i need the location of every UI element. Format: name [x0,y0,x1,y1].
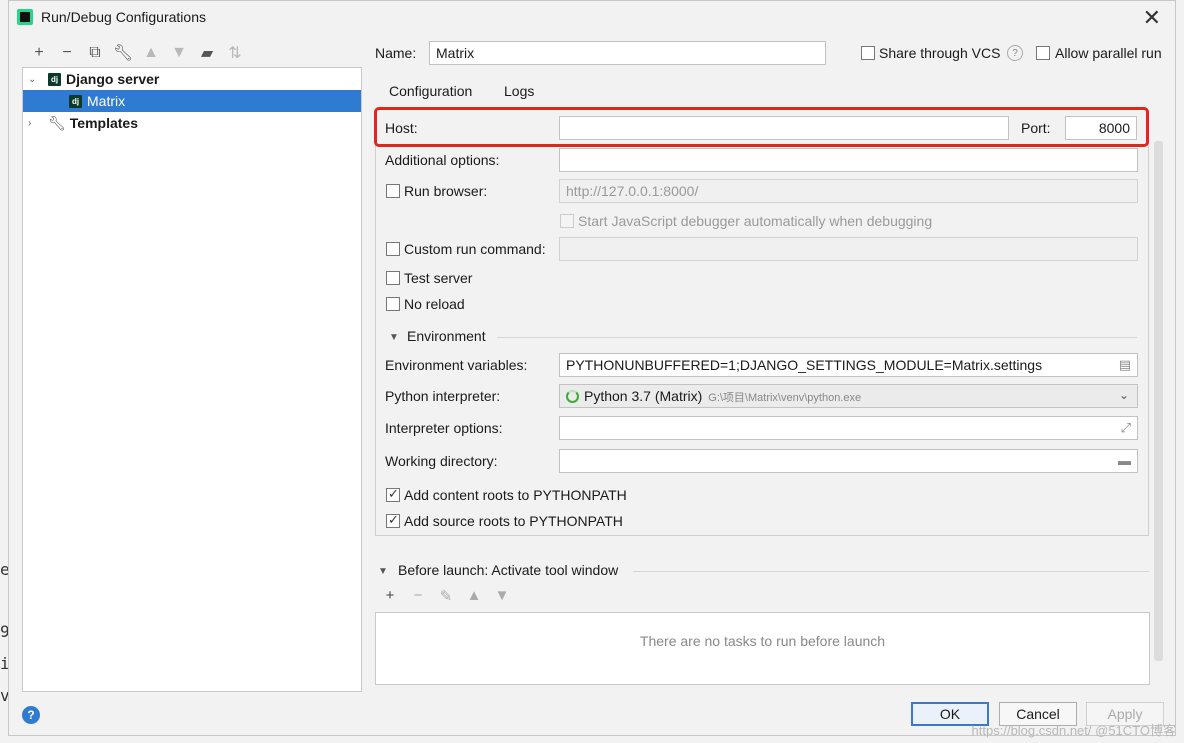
test-server-label: Test server [404,270,473,286]
plus-icon[interactable]: + [25,41,53,65]
source-roots-checkbox[interactable] [386,512,400,528]
environment-section-label: Environment [407,328,486,344]
arrow-up-icon[interactable]: ▲ [465,587,483,605]
arrow-up-icon[interactable]: ▲ [137,41,165,65]
allow-parallel-label: Allow parallel run [1055,45,1162,61]
tree-group-label: Django server [66,71,160,87]
custom-run-input[interactable] [559,237,1138,261]
tab-logs[interactable]: Logs [504,83,534,99]
working-directory-label: Working directory: [385,453,498,469]
tab-configuration[interactable]: Configuration [389,83,472,99]
minus-icon[interactable]: − [409,587,427,605]
copy-icon[interactable]: ⧉ [81,41,109,65]
source-roots-label: Add source roots to PYTHONPATH [404,513,623,529]
chevron-right-icon[interactable]: › [28,118,38,129]
tree-group-label: Templates [69,115,138,131]
close-icon[interactable]: ✕ [1143,5,1161,31]
allow-parallel-checkbox[interactable] [1036,46,1050,60]
tree-group-templates[interactable]: › 🔧︎ Templates [23,112,361,134]
chevron-down-icon[interactable]: ⌄ [1119,388,1129,402]
folder-icon[interactable]: ▬ [1118,453,1131,468]
help-icon[interactable]: ? [22,706,40,724]
sort-icon[interactable]: ⇅ [221,41,249,65]
working-directory-input[interactable]: ▬ [559,449,1138,473]
share-vcs-label: Share through VCS [879,45,1001,61]
title-bar: Run/Debug Configurations ✕ [9,1,1175,35]
config-tree: ⌄ dj Django server dj Matrix › 🔧︎ Templa… [22,67,362,692]
python-interpreter-select[interactable]: Python 3.7 (Matrix) G:\项目\Matrix\venv\pyt… [559,384,1138,408]
pycharm-logo-icon [17,9,33,25]
python-interpreter-label: Python interpreter: [385,388,501,404]
env-vars-value: PYTHONUNBUFFERED=1;DJANGO_SETTINGS_MODUL… [566,357,1043,373]
python-interpreter-path: G:\项目\Matrix\venv\python.exe [708,392,862,404]
expand-icon[interactable]: ⤢ [1121,420,1131,436]
config-toolbar: + − ⧉ 🔧︎ ▲ ▼ ▰ ⇅ [25,41,249,65]
scrollbar[interactable] [1154,141,1163,661]
run-browser-url-input[interactable]: http://127.0.0.1:8000/ [559,179,1138,203]
custom-run-checkbox[interactable] [386,242,400,256]
share-vcs-checkbox[interactable] [861,46,875,60]
run-browser-label: Run browser: [404,183,488,199]
empty-list-message: There are no tasks to run before launch [639,633,886,649]
run-browser-checkbox[interactable] [386,184,400,198]
plus-icon[interactable]: + [381,587,399,605]
interpreter-options-input[interactable]: ⤢ [559,416,1138,440]
collapse-triangle-icon[interactable]: ▼ [389,332,399,343]
watermark-text: https://blog.csdn.net/ @51CTO博客 [971,723,1176,738]
test-server-checkbox[interactable] [386,271,400,285]
question-icon[interactable]: ? [1007,45,1023,61]
before-launch-list: There are no tasks to run before launch [375,612,1150,685]
section-divider [497,337,1137,338]
python-interpreter-value: Python 3.7 (Matrix) [584,388,703,404]
interpreter-options-label: Interpreter options: [385,420,503,436]
edit-icon[interactable]: ✎ [437,587,455,605]
js-debugger-checkbox[interactable] [560,214,574,228]
django-icon: dj [48,72,61,86]
before-launch-label: Before launch: Activate tool window [398,562,619,578]
chevron-down-icon[interactable]: ⌄ [28,74,38,85]
list-edit-icon[interactable]: ▤ [1119,357,1131,373]
before-launch-toolbar: + − ✎ ▲ ▼ [381,587,511,605]
python-sdk-icon [566,390,579,403]
tree-group-django[interactable]: ⌄ dj Django server [23,68,361,90]
name-input[interactable]: Matrix [429,41,826,65]
arrow-down-icon[interactable]: ▼ [165,41,193,65]
section-divider [633,571,1149,572]
highlight-box [374,107,1149,147]
env-vars-input[interactable]: PYTHONUNBUFFERED=1;DJANGO_SETTINGS_MODUL… [559,353,1138,377]
django-icon: dj [69,94,82,108]
custom-run-label: Custom run command: [404,241,546,257]
content-roots-checkbox[interactable] [386,486,400,502]
arrow-down-icon[interactable]: ▼ [493,587,511,605]
name-label: Name: [375,45,417,61]
minus-icon[interactable]: − [53,41,81,65]
folder-add-icon[interactable]: ▰ [193,41,221,65]
tree-item-label: Matrix [87,93,126,109]
window-title: Run/Debug Configurations [41,9,206,25]
no-reload-label: No reload [404,296,465,312]
wrench-icon: 🔧︎ [48,114,66,131]
env-vars-label: Environment variables: [385,357,528,373]
no-reload-checkbox[interactable] [386,297,400,311]
content-roots-label: Add content roots to PYTHONPATH [404,487,627,503]
collapse-triangle-icon[interactable]: ▼ [378,566,388,577]
run-debug-dialog: Run/Debug Configurations ✕ + − ⧉ 🔧︎ ▲ ▼ … [8,0,1176,736]
tree-item-matrix[interactable]: dj Matrix [23,90,361,112]
additional-options-input[interactable] [559,148,1138,172]
wrench-icon[interactable]: 🔧︎ [109,41,137,65]
js-debugger-label: Start JavaScript debugger automatically … [578,213,933,229]
additional-options-label: Additional options: [385,152,500,168]
